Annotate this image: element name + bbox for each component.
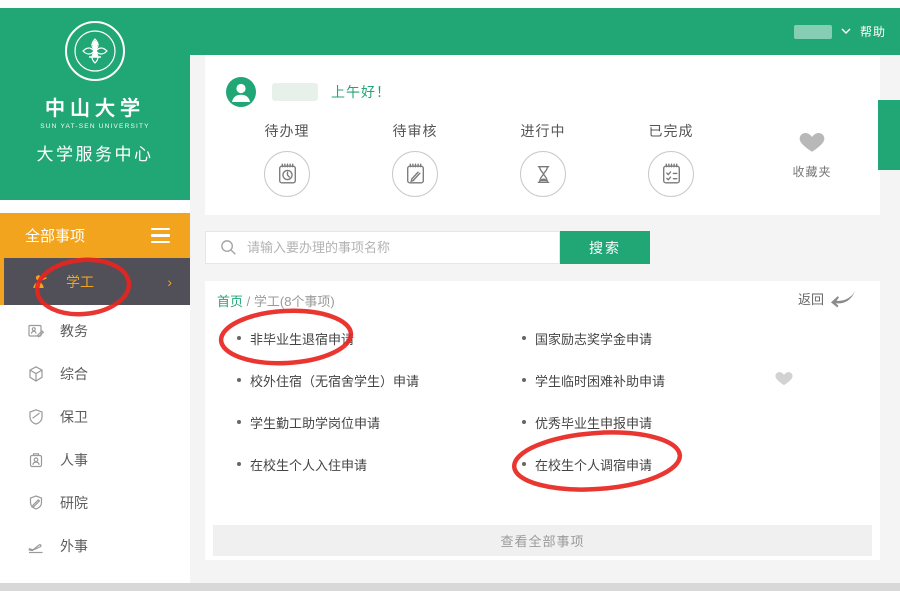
sidebar-item-waishi[interactable]: 外事 [0,524,190,567]
academic-icon [27,322,45,340]
university-service-portal: 帮助 中山大学 SUN YAT-SEN UNIVERSITY 大学服务中心 全部… [0,0,900,591]
service-link[interactable]: 在校生个人入住申请 [237,443,419,485]
chevron-down-icon [841,28,851,35]
search-button[interactable]: 搜索 [560,231,650,264]
hamburger-menu-icon[interactable] [151,228,170,244]
status-item-pending[interactable]: 待办理 [223,121,351,197]
service-link[interactable]: 校外住宿（无宿舍学生）申请 [237,359,419,401]
status-label: 已完成 [607,121,735,141]
search-input[interactable] [247,240,559,255]
portal-title: 大学服务中心 [0,140,190,165]
university-name-en: SUN YAT-SEN UNIVERSITY [0,123,190,130]
sidebar-item-label: 综合 [60,364,88,384]
plane-icon [27,537,45,555]
heart-icon [799,130,825,153]
sidebar-item-label: 研院 [60,493,88,513]
services-panel: 首页 / 学工(8个事项) 返回 非毕业生退宿申请 校外住宿（无宿舍学生）申请 … [205,281,880,560]
service-link[interactable]: 学生勤工助学岗位申请 [237,401,419,443]
back-button[interactable]: 返回 [798,289,856,308]
cube-icon [27,365,45,383]
brand-panel: 中山大学 SUN YAT-SEN UNIVERSITY 大学服务中心 [0,8,190,200]
greeting-row: 上午好！ [226,77,391,107]
sidebar-item-yanyuan[interactable]: 研院 [0,481,190,524]
sidebar-item-zonghe[interactable]: 综合 [0,352,190,395]
window-top-strip [0,0,900,8]
bullet [237,420,241,424]
back-label: 返回 [798,289,824,308]
status-row: 待办理 待审核 [223,121,735,197]
breadcrumb-home[interactable]: 首页 [217,294,243,309]
sidebar-item-label: 人事 [60,450,88,470]
notepad-pen-icon [392,151,438,197]
sidebar-menu: 教务 综合 保卫 人事 [0,309,190,567]
bullet [237,462,241,466]
status-item-review[interactable]: 待审核 [351,121,479,197]
checklist-icon [648,151,694,197]
bullet [522,462,526,466]
sidebar-item-baowei[interactable]: 保卫 [0,395,190,438]
sidebar-item-renshi[interactable]: 人事 [0,438,190,481]
topbar-user-area: 帮助 [794,8,886,55]
service-link[interactable]: 非毕业生退宿申请 [237,317,419,359]
search-icon [220,239,237,256]
avatar [226,77,256,107]
bullet [237,378,241,382]
sidebar-item-label: 保卫 [60,407,88,427]
calendar-clock-icon [264,151,310,197]
chevron-right-icon: › [167,274,172,290]
sidebar-item-label: 教务 [60,321,88,341]
sidebar-item-label: 学工 [66,272,94,292]
favorites-label: 收藏夹 [781,163,843,180]
sidebar-item-label: 外事 [60,536,88,556]
badge-pen-icon [27,494,45,512]
status-label: 进行中 [479,121,607,141]
service-link[interactable]: 优秀毕业生申报申请 [522,401,665,443]
bullet [522,378,526,382]
services-column-left: 非毕业生退宿申请 校外住宿（无宿舍学生）申请 学生勤工助学岗位申请 在校生个人入… [237,317,419,485]
breadcrumb: 首页 / 学工(8个事项) [217,291,335,310]
dashboard-card: 上午好！ 待办理 待审核 [205,55,880,215]
hourglass-icon [520,151,566,197]
help-link[interactable]: 帮助 [860,23,886,40]
side-feedback-tab[interactable] [878,100,900,170]
sidebar-item-xuegong[interactable]: 学工 › [0,258,190,305]
status-label: 待审核 [351,121,479,141]
service-link[interactable]: 学生临时困难补助申请 [522,359,665,401]
student-icon [30,273,50,291]
view-all-items-button[interactable]: 查看全部事项 [213,525,872,556]
window-bottom-strip [0,583,900,591]
status-item-completed[interactable]: 已完成 [607,121,735,197]
favorites-button[interactable]: 收藏夹 [781,130,843,180]
all-items-label: 全部事项 [25,225,85,246]
redacted-display-name [272,83,318,101]
sidebar-all-items-header[interactable]: 全部事项 [0,213,190,258]
search-box [205,231,560,264]
back-arrow-icon [829,290,856,308]
status-item-in-progress[interactable]: 进行中 [479,121,607,197]
service-link[interactable]: 在校生个人调宿申请 [522,443,665,485]
university-name-zh: 中山大学 [0,92,190,121]
bullet [237,336,241,340]
greeting-message: 上午好！ [331,82,391,102]
bullet [522,336,526,340]
bullet [522,420,526,424]
id-badge-icon [27,451,45,469]
status-label: 待办理 [223,121,351,141]
favorite-heart-icon[interactable] [775,370,793,386]
redacted-username[interactable] [794,25,832,39]
sidebar-item-jiaowu[interactable]: 教务 [0,309,190,352]
sun-yat-sen-university-seal-icon [63,19,127,83]
shield-icon [27,408,45,426]
services-column-right: 国家励志奖学金申请 学生临时困难补助申请 优秀毕业生申报申请 在校生个人调宿申请 [522,317,665,485]
breadcrumb-path: / 学工(8个事项) [247,294,335,309]
service-link[interactable]: 国家励志奖学金申请 [522,317,665,359]
